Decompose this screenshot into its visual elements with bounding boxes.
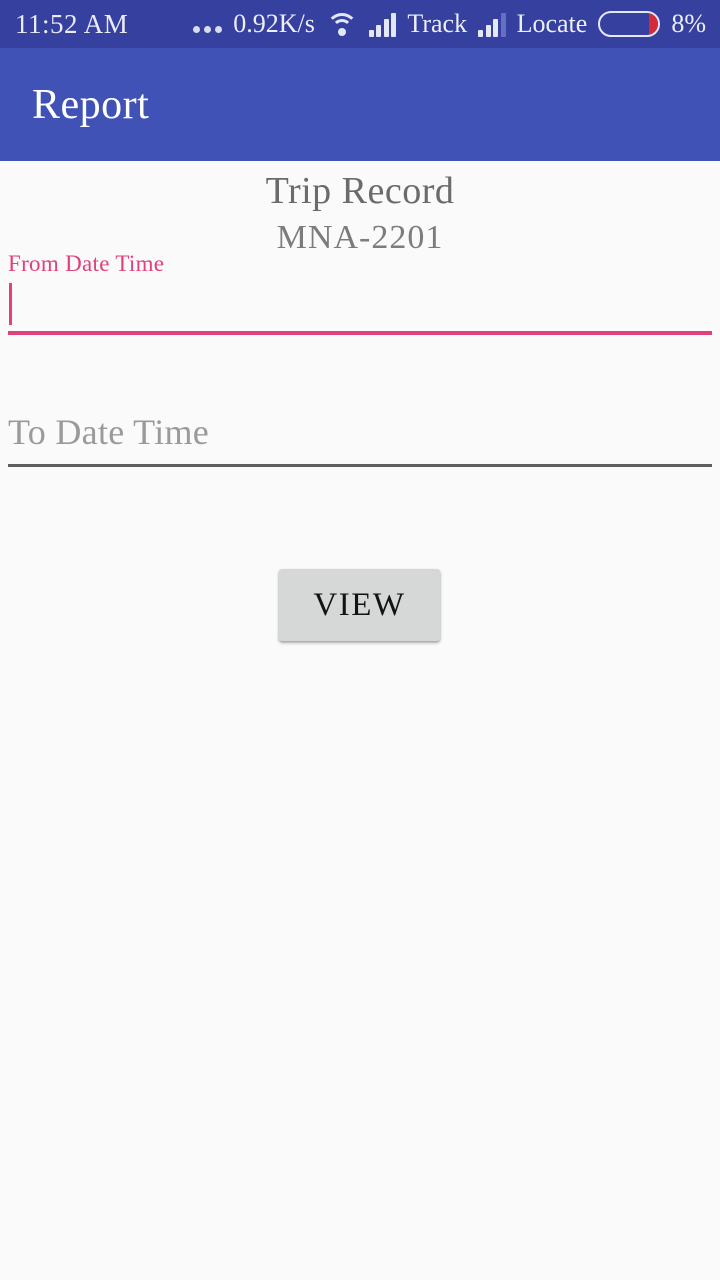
status-bar-clock: 11:52 AM (15, 8, 129, 39)
overflow-dots-icon (193, 10, 223, 38)
from-date-time-label: From Date Time (8, 251, 165, 276)
view-button[interactable]: VIEW (279, 569, 440, 641)
app-screen: 11:52 AM 0.92K/s Track Locate 8% Report … (0, 0, 720, 1280)
text-cursor (9, 283, 12, 325)
from-date-time-field[interactable]: From Date Time (8, 251, 712, 335)
main-content: Trip Record MNA-2201 From Date Time To D… (0, 161, 720, 1280)
battery-icon (598, 11, 661, 37)
from-date-time-input-box[interactable] (8, 277, 712, 335)
signal-bars-icon-1 (368, 11, 397, 37)
page-title: Trip Record (265, 170, 455, 212)
to-date-time-field[interactable]: To Date Time (8, 409, 712, 467)
network-speed-label: 0.92K/s (233, 9, 315, 38)
signal-bars-icon-2 (478, 11, 506, 37)
app-bar-title: Report (32, 81, 150, 128)
status-bar-right-cluster: 0.92K/s Track Locate 8% (193, 9, 720, 39)
carrier-label-locate: Locate (516, 9, 588, 38)
app-bar: Report (0, 48, 720, 161)
to-date-time-underline (8, 464, 712, 467)
carrier-label-track: Track (407, 9, 468, 38)
to-date-time-input-box[interactable]: To Date Time (8, 409, 712, 467)
from-date-time-underline (8, 331, 712, 335)
status-bar: 11:52 AM 0.92K/s Track Locate 8% (0, 0, 720, 48)
to-date-time-placeholder: To Date Time (8, 412, 210, 452)
battery-percent-label: 8% (671, 9, 706, 38)
wifi-icon (325, 11, 358, 37)
